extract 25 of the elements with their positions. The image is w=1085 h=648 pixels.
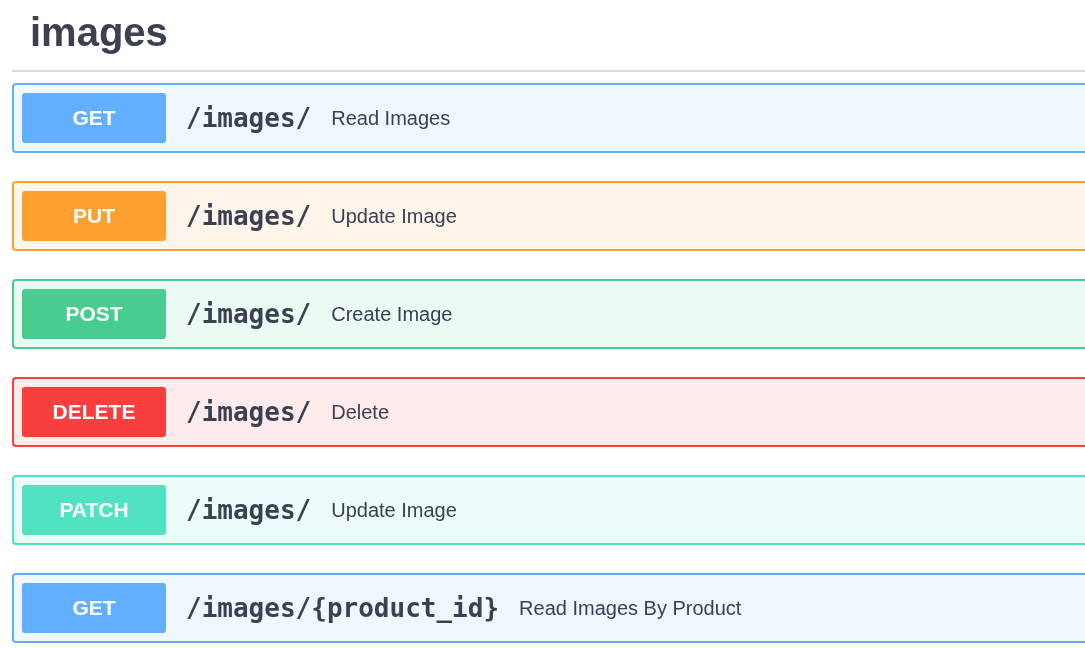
operation-row[interactable]: DELETE /images/ Delete [12, 377, 1085, 447]
method-badge: PUT [22, 191, 166, 241]
method-badge: PATCH [22, 485, 166, 535]
method-badge: DELETE [22, 387, 166, 437]
endpoint-summary: Update Image [331, 204, 457, 229]
method-badge: GET [22, 93, 166, 143]
endpoint-path: /images/ [186, 493, 312, 527]
endpoint-summary: Update Image [331, 498, 457, 523]
endpoint-path: /images/ [186, 199, 312, 233]
operation-row[interactable]: GET /images/ Read Images [12, 83, 1085, 153]
endpoint-path: /images/ [186, 297, 312, 331]
method-badge: POST [22, 289, 166, 339]
endpoint-path: /images/ [186, 101, 312, 135]
operation-row[interactable]: POST /images/ Create Image [12, 279, 1085, 349]
section-title[interactable]: images [30, 8, 1085, 56]
endpoint-summary: Read Images By Product [519, 596, 742, 621]
endpoint-path: /images/{product_id} [186, 591, 500, 625]
endpoint-summary: Create Image [331, 302, 453, 327]
method-badge: GET [22, 583, 166, 633]
operation-row[interactable]: GET /images/{product_id} Read Images By Product [12, 573, 1085, 643]
operation-row[interactable]: PATCH /images/ Update Image [12, 475, 1085, 545]
operation-row[interactable]: PUT /images/ Update Image [12, 181, 1085, 251]
endpoint-summary: Delete [331, 400, 390, 425]
endpoint-summary: Read Images [331, 106, 451, 131]
endpoint-path: /images/ [186, 395, 312, 429]
